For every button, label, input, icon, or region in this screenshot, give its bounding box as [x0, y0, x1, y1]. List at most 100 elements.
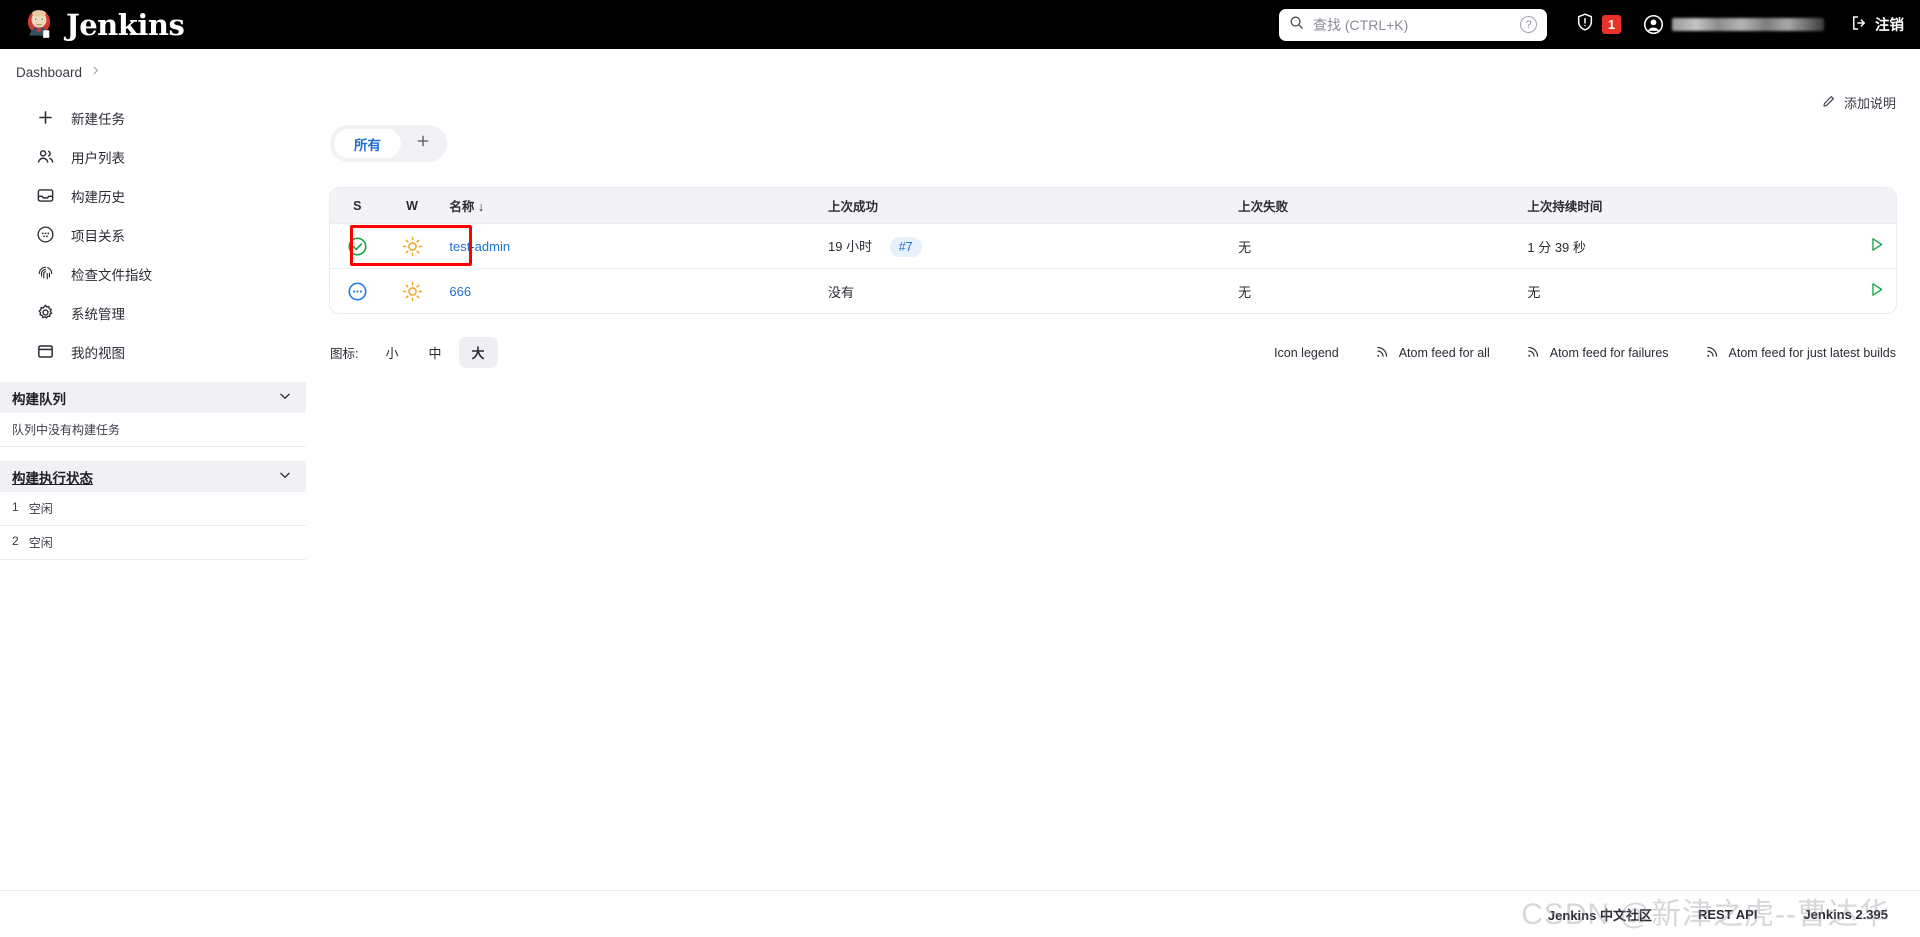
col-header-weather[interactable]: W — [384, 188, 440, 223]
table-row[interactable]: 666 没有 无 无 — [330, 268, 1896, 313]
build-queue-empty: 队列中没有构建任务 — [0, 413, 306, 447]
sidebar-label: 检查文件指纹 — [71, 267, 152, 283]
circle-dots-icon — [36, 225, 55, 244]
atom-feed-failures-label: Atom feed for failures — [1549, 345, 1669, 360]
chevron-right-icon[interactable] — [90, 65, 101, 79]
jobs-table-head: S W 名称 ↓ 上次成功 上次失败 上次持续时间 — [330, 188, 1896, 223]
user-avatar-icon[interactable] — [1643, 14, 1664, 35]
icon-legend-link[interactable]: Icon legend — [1274, 346, 1339, 360]
play-icon[interactable] — [1867, 235, 1886, 254]
cell-last-success: 19 小时 #7 — [817, 223, 1229, 268]
col-header-status[interactable]: S — [330, 188, 385, 223]
footer-link-rest-api[interactable]: REST API — [1698, 907, 1757, 922]
security-alerts[interactable]: 1 — [1575, 12, 1621, 37]
icon-size-switcher: 图标: 小 中 大 — [330, 337, 498, 368]
cell-job-name: test-admin — [439, 223, 818, 268]
atom-feed-failures-link[interactable]: Atom feed for failures — [1526, 344, 1669, 362]
atom-feed-all-label: Atom feed for all — [1398, 345, 1490, 360]
cell-status — [330, 268, 385, 313]
cell-weather — [384, 223, 440, 268]
icon-size-small[interactable]: 小 — [372, 337, 411, 368]
search-input[interactable] — [1304, 16, 1520, 33]
add-view-button[interactable] — [403, 129, 443, 158]
build-number-badge[interactable]: #7 — [889, 236, 922, 257]
top-header-bar: Jenkins ? 1 — [0, 0, 1920, 49]
header-right-group: ? 1 — [1279, 8, 1904, 41]
executor-row[interactable]: 2 空闲 — [0, 526, 306, 560]
atom-feed-all-link[interactable]: Atom feed for all — [1375, 344, 1490, 362]
executor-status: 空闲 — [28, 536, 53, 550]
job-link[interactable]: test-admin — [449, 239, 510, 254]
search-box[interactable]: ? — [1279, 8, 1547, 41]
col-header-name[interactable]: 名称 ↓ — [439, 188, 818, 223]
window-icon — [36, 342, 55, 361]
executor-status: 空闲 — [28, 502, 53, 516]
tab-all[interactable]: 所有 — [334, 129, 401, 158]
jenkins-brand[interactable]: Jenkins — [16, 7, 185, 42]
atom-feed-latest-label: Atom feed for just latest builds — [1728, 345, 1896, 360]
executor-row[interactable]: 1 空闲 — [0, 492, 306, 526]
chevron-down-icon[interactable] — [278, 468, 292, 485]
add-description-label: 添加说明 — [1843, 96, 1896, 111]
add-description-button[interactable]: 添加说明 — [1821, 93, 1896, 112]
col-header-last-failure[interactable]: 上次失败 — [1228, 188, 1518, 223]
col-header-last-success[interactable]: 上次成功 — [817, 188, 1229, 223]
sidebar-item-users[interactable]: 用户列表 — [12, 140, 294, 173]
icon-size-medium[interactable]: 中 — [416, 337, 455, 368]
icon-size-large[interactable]: 大 — [458, 337, 498, 368]
inbox-tray-icon — [36, 186, 55, 205]
brand-title: Jenkins — [66, 7, 185, 42]
weather-sunny-icon[interactable] — [395, 281, 430, 302]
footer-version: Jenkins 2.395 — [1803, 906, 1888, 922]
atom-feed-latest-link[interactable]: Atom feed for just latest builds — [1705, 344, 1896, 362]
cell-run-action — [1832, 223, 1896, 268]
help-circle-icon[interactable]: ? — [1520, 16, 1537, 33]
play-icon[interactable] — [1867, 280, 1886, 299]
job-link[interactable]: 666 — [449, 284, 471, 299]
cell-last-failure: 无 — [1228, 268, 1518, 313]
status-pending-icon[interactable] — [340, 281, 375, 302]
last-success-text: 19 小时 — [827, 238, 873, 254]
rss-icon — [1526, 344, 1541, 362]
jobs-table-body: test-admin 19 小时 #7 无 1 分 39 秒 666 没有 无 … — [330, 223, 1896, 313]
build-queue-header[interactable]: 构建队列 — [0, 382, 306, 413]
security-alert-count[interactable]: 1 — [1602, 15, 1621, 34]
sidebar-item-project-relationship[interactable]: 项目关系 — [12, 218, 294, 251]
executor-status-header[interactable]: 构建执行状态 — [0, 461, 306, 492]
logout-button[interactable]: 注销 — [1850, 14, 1904, 36]
status-success-icon[interactable] — [340, 236, 375, 257]
cell-weather — [384, 268, 440, 313]
sidebar-label: 构建历史 — [71, 189, 125, 205]
sidebar: 新建任务 用户列表 构建历史 项目关系 检查文件指纹 系统管理 我的视图 构建队… — [0, 83, 306, 560]
sidebar-label: 用户列表 — [71, 150, 125, 166]
sidebar-item-build-history[interactable]: 构建历史 — [12, 179, 294, 212]
cell-run-action — [1832, 268, 1896, 313]
sidebar-item-my-views[interactable]: 我的视图 — [12, 335, 294, 368]
shield-warning-icon[interactable] — [1575, 12, 1595, 37]
footer-link-community[interactable]: Jenkins 中文社区 — [1548, 905, 1652, 924]
gear-icon — [36, 303, 55, 322]
user-menu[interactable] — [1643, 14, 1824, 35]
main-content: 添加说明 所有 S W 名称 ↓ 上次成功 上次失败 上次持续时间 test-a… — [306, 83, 1920, 368]
sidebar-item-fingerprint-check[interactable]: 检查文件指纹 — [12, 257, 294, 290]
chevron-down-icon[interactable] — [278, 389, 292, 406]
breadcrumb-item-dashboard[interactable]: Dashboard — [16, 65, 82, 80]
table-row[interactable]: test-admin 19 小时 #7 无 1 分 39 秒 — [330, 223, 1896, 268]
plus-icon — [36, 108, 55, 127]
sidebar-item-new-job[interactable]: 新建任务 — [12, 101, 294, 134]
search-icon — [1289, 15, 1304, 35]
sidebar-label: 系统管理 — [71, 306, 125, 322]
cell-last-failure: 无 — [1228, 223, 1518, 268]
icon-legend-label: Icon legend — [1274, 345, 1339, 360]
weather-sunny-icon[interactable] — [395, 236, 430, 257]
username-masked — [1672, 18, 1824, 31]
page-footer: Jenkins 中文社区 REST API Jenkins 2.395 — [0, 890, 1920, 937]
rss-icon — [1375, 344, 1390, 362]
breadcrumb: Dashboard — [0, 61, 1920, 83]
plus-icon — [415, 133, 431, 155]
executor-index: 2 — [12, 534, 19, 548]
col-header-actions — [1832, 188, 1896, 223]
sidebar-item-manage-jenkins[interactable]: 系统管理 — [12, 296, 294, 329]
col-header-last-duration[interactable]: 上次持续时间 — [1517, 188, 1833, 223]
build-queue-empty-text: 队列中没有构建任务 — [12, 423, 121, 437]
